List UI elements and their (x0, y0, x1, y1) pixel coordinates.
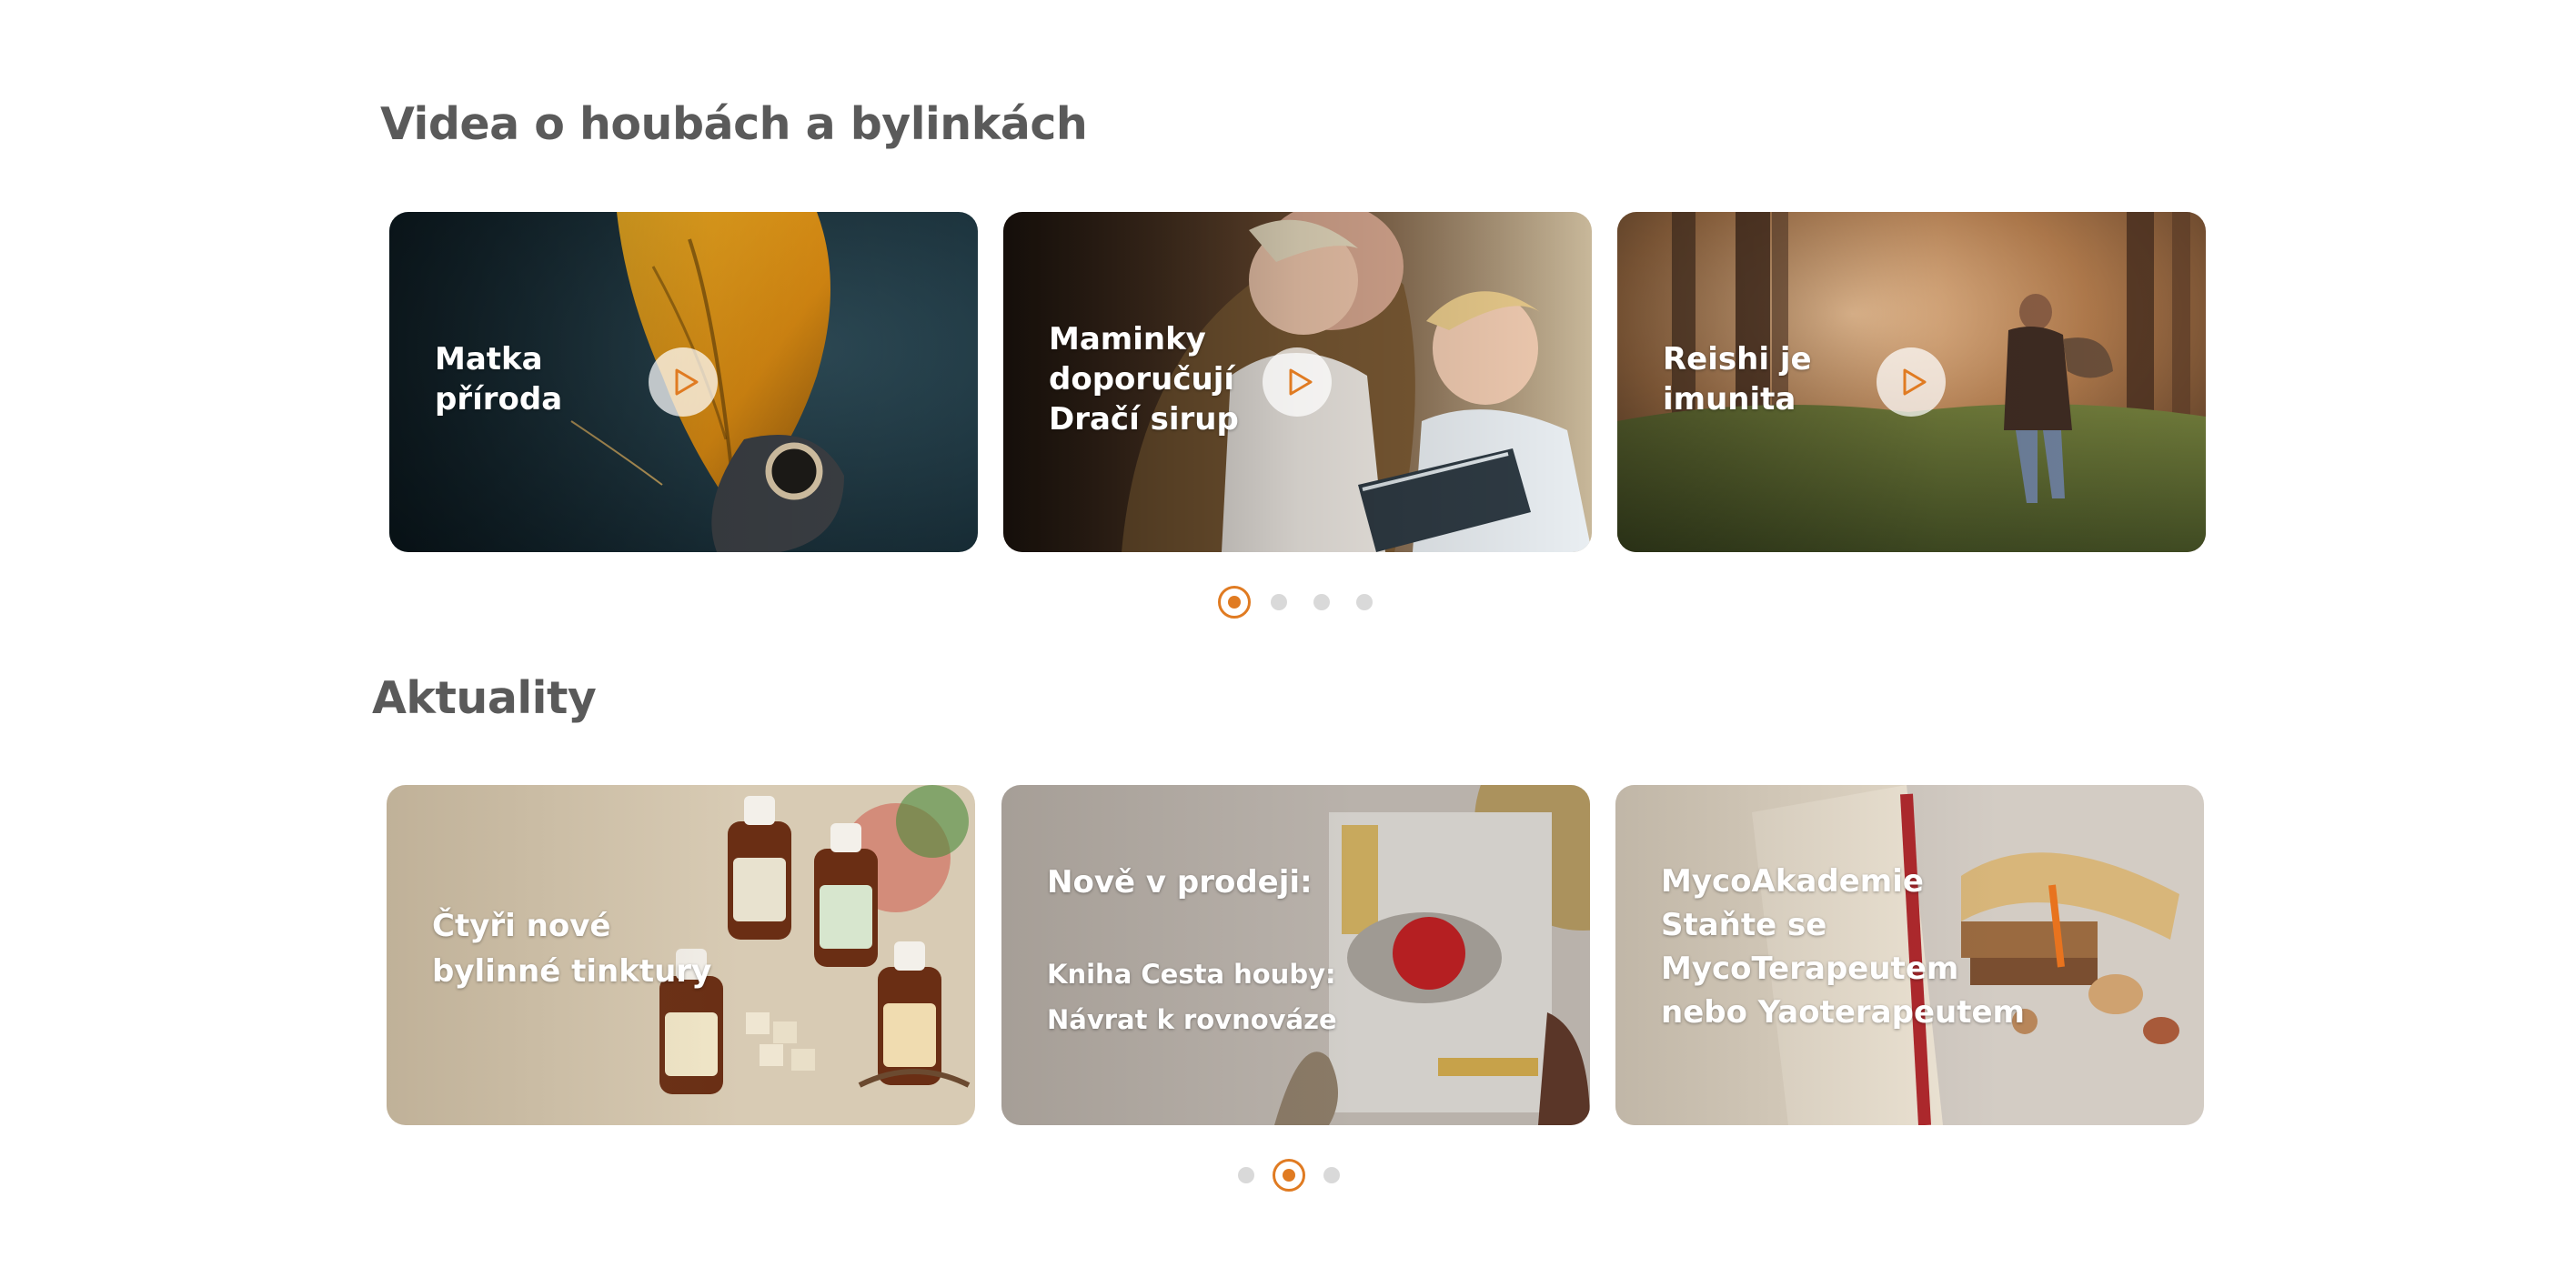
video-card-title: Reishi je imunita (1663, 341, 1812, 418)
pagination-dot-1[interactable] (1218, 586, 1251, 619)
pagination-dot-1[interactable] (1238, 1167, 1254, 1183)
news-card-title: MycoAkademie Staňte se MycoTerapeutem ne… (1661, 863, 2025, 1031)
news-card-mycoakademie[interactable]: MycoAkademie Staňte se MycoTerapeutem ne… (1615, 785, 2204, 1125)
news-card-title: Čtyři nové bylinné tinktury (432, 908, 712, 990)
video-card-matka-priroda[interactable]: Matka příroda (389, 212, 978, 552)
news-section-title: Aktuality (372, 672, 597, 724)
play-icon (675, 368, 699, 396)
pagination-dot-2[interactable] (1273, 1159, 1305, 1192)
news-card-subtitle: Kniha Cesta houby: Návrat k rovnováze (1047, 959, 1337, 1035)
videos-section-title: Videa o houbách a bylinkách (380, 98, 1088, 150)
news-card-tinktury[interactable]: Čtyři nové bylinné tinktury (387, 785, 975, 1125)
news-card-title: Nově v prodeji: (1047, 864, 1313, 901)
play-icon (1903, 368, 1927, 396)
pagination-dot-3[interactable] (1323, 1167, 1340, 1183)
video-card-title: Maminky doporučují Dračí sirup (1049, 321, 1239, 438)
news-card-kniha[interactable]: Nově v prodeji: Kniha Cesta houby: Návra… (1001, 785, 1590, 1125)
video-card-reishi[interactable]: Reishi je imunita (1617, 212, 2206, 552)
pagination-dot-3[interactable] (1313, 594, 1330, 610)
play-icon (1289, 368, 1313, 396)
pagination-dot-2[interactable] (1271, 594, 1287, 610)
play-button[interactable] (1263, 347, 1332, 417)
video-card-title: Matka příroda (435, 341, 563, 418)
pagination-dot-4[interactable] (1356, 594, 1373, 610)
play-button[interactable] (1877, 347, 1946, 417)
play-button[interactable] (649, 347, 718, 417)
video-card-maminky[interactable]: Maminky doporučují Dračí sirup (1003, 212, 1592, 552)
